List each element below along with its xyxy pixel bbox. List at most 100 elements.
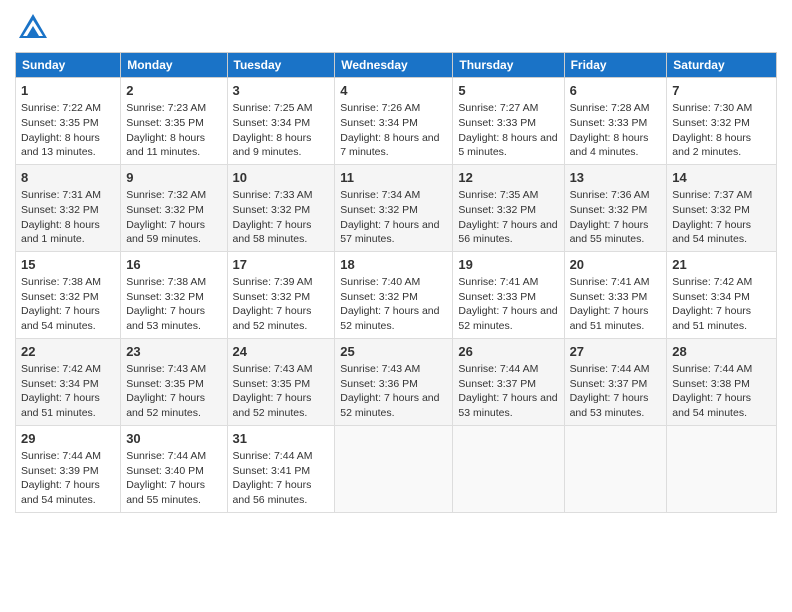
day-info: Sunset: 3:32 PM <box>458 203 558 218</box>
day-info: Sunset: 3:33 PM <box>570 116 662 131</box>
day-info: Sunset: 3:35 PM <box>21 116 115 131</box>
day-info: Sunset: 3:32 PM <box>570 203 662 218</box>
calendar-cell: 16Sunrise: 7:38 AMSunset: 3:32 PMDayligh… <box>121 251 227 338</box>
day-info: Sunset: 3:35 PM <box>126 377 221 392</box>
logo <box>15 10 51 46</box>
calendar-cell: 31Sunrise: 7:44 AMSunset: 3:41 PMDayligh… <box>227 425 335 512</box>
day-number: 17 <box>233 256 330 274</box>
calendar-cell <box>564 425 667 512</box>
day-info: Sunset: 3:33 PM <box>458 116 558 131</box>
calendar-table: SundayMondayTuesdayWednesdayThursdayFrid… <box>15 52 777 513</box>
day-info: Sunrise: 7:44 AM <box>672 362 771 377</box>
day-info: Sunrise: 7:40 AM <box>340 275 447 290</box>
day-info: Daylight: 8 hours and 11 minutes. <box>126 131 221 160</box>
day-info: Sunrise: 7:32 AM <box>126 188 221 203</box>
calendar-cell: 6Sunrise: 7:28 AMSunset: 3:33 PMDaylight… <box>564 78 667 165</box>
day-info: Sunrise: 7:44 AM <box>458 362 558 377</box>
day-info: Sunrise: 7:30 AM <box>672 101 771 116</box>
day-info: Sunrise: 7:44 AM <box>126 449 221 464</box>
day-number: 15 <box>21 256 115 274</box>
day-number: 12 <box>458 169 558 187</box>
day-info: Daylight: 7 hours and 52 minutes. <box>233 304 330 333</box>
day-info: Sunrise: 7:35 AM <box>458 188 558 203</box>
day-info: Sunset: 3:33 PM <box>458 290 558 305</box>
day-info: Sunset: 3:32 PM <box>21 203 115 218</box>
day-number: 19 <box>458 256 558 274</box>
calendar-cell: 26Sunrise: 7:44 AMSunset: 3:37 PMDayligh… <box>453 338 564 425</box>
day-info: Daylight: 7 hours and 52 minutes. <box>233 391 330 420</box>
day-info: Daylight: 7 hours and 52 minutes. <box>458 304 558 333</box>
day-number: 3 <box>233 82 330 100</box>
day-info: Sunrise: 7:39 AM <box>233 275 330 290</box>
day-info: Daylight: 7 hours and 53 minutes. <box>570 391 662 420</box>
day-info: Daylight: 7 hours and 55 minutes. <box>126 478 221 507</box>
day-header-wednesday: Wednesday <box>335 53 453 78</box>
day-info: Sunrise: 7:25 AM <box>233 101 330 116</box>
day-info: Sunrise: 7:26 AM <box>340 101 447 116</box>
day-info: Daylight: 7 hours and 57 minutes. <box>340 218 447 247</box>
day-number: 30 <box>126 430 221 448</box>
day-info: Sunset: 3:34 PM <box>340 116 447 131</box>
day-info: Daylight: 7 hours and 56 minutes. <box>458 218 558 247</box>
day-info: Sunset: 3:34 PM <box>233 116 330 131</box>
day-number: 31 <box>233 430 330 448</box>
day-number: 26 <box>458 343 558 361</box>
calendar-cell <box>453 425 564 512</box>
day-number: 6 <box>570 82 662 100</box>
calendar-cell: 30Sunrise: 7:44 AMSunset: 3:40 PMDayligh… <box>121 425 227 512</box>
calendar-cell: 15Sunrise: 7:38 AMSunset: 3:32 PMDayligh… <box>16 251 121 338</box>
day-header-friday: Friday <box>564 53 667 78</box>
day-info: Sunrise: 7:42 AM <box>672 275 771 290</box>
day-number: 10 <box>233 169 330 187</box>
calendar-week-2: 8Sunrise: 7:31 AMSunset: 3:32 PMDaylight… <box>16 164 777 251</box>
day-info: Sunset: 3:32 PM <box>340 290 447 305</box>
day-number: 27 <box>570 343 662 361</box>
day-info: Sunset: 3:35 PM <box>126 116 221 131</box>
calendar-week-5: 29Sunrise: 7:44 AMSunset: 3:39 PMDayligh… <box>16 425 777 512</box>
day-number: 21 <box>672 256 771 274</box>
calendar-cell: 5Sunrise: 7:27 AMSunset: 3:33 PMDaylight… <box>453 78 564 165</box>
day-info: Daylight: 8 hours and 5 minutes. <box>458 131 558 160</box>
day-info: Sunset: 3:35 PM <box>233 377 330 392</box>
day-number: 16 <box>126 256 221 274</box>
calendar-cell: 19Sunrise: 7:41 AMSunset: 3:33 PMDayligh… <box>453 251 564 338</box>
day-info: Daylight: 7 hours and 53 minutes. <box>126 304 221 333</box>
calendar-cell: 17Sunrise: 7:39 AMSunset: 3:32 PMDayligh… <box>227 251 335 338</box>
calendar-cell: 13Sunrise: 7:36 AMSunset: 3:32 PMDayligh… <box>564 164 667 251</box>
day-number: 29 <box>21 430 115 448</box>
day-info: Daylight: 7 hours and 58 minutes. <box>233 218 330 247</box>
calendar-cell: 2Sunrise: 7:23 AMSunset: 3:35 PMDaylight… <box>121 78 227 165</box>
day-info: Sunrise: 7:37 AM <box>672 188 771 203</box>
calendar-cell <box>667 425 777 512</box>
day-number: 24 <box>233 343 330 361</box>
day-info: Daylight: 7 hours and 52 minutes. <box>340 391 447 420</box>
calendar-cell: 1Sunrise: 7:22 AMSunset: 3:35 PMDaylight… <box>16 78 121 165</box>
day-header-saturday: Saturday <box>667 53 777 78</box>
day-info: Daylight: 7 hours and 54 minutes. <box>672 391 771 420</box>
day-info: Sunrise: 7:28 AM <box>570 101 662 116</box>
day-info: Sunrise: 7:41 AM <box>570 275 662 290</box>
day-info: Daylight: 7 hours and 54 minutes. <box>21 304 115 333</box>
calendar-cell: 18Sunrise: 7:40 AMSunset: 3:32 PMDayligh… <box>335 251 453 338</box>
calendar-week-3: 15Sunrise: 7:38 AMSunset: 3:32 PMDayligh… <box>16 251 777 338</box>
day-info: Sunset: 3:32 PM <box>672 203 771 218</box>
day-info: Daylight: 8 hours and 2 minutes. <box>672 131 771 160</box>
day-info: Daylight: 8 hours and 9 minutes. <box>233 131 330 160</box>
day-info: Daylight: 7 hours and 54 minutes. <box>21 478 115 507</box>
calendar-cell: 9Sunrise: 7:32 AMSunset: 3:32 PMDaylight… <box>121 164 227 251</box>
calendar-cell: 11Sunrise: 7:34 AMSunset: 3:32 PMDayligh… <box>335 164 453 251</box>
calendar-cell: 27Sunrise: 7:44 AMSunset: 3:37 PMDayligh… <box>564 338 667 425</box>
day-info: Sunset: 3:37 PM <box>570 377 662 392</box>
day-info: Sunset: 3:32 PM <box>233 290 330 305</box>
day-info: Sunrise: 7:44 AM <box>233 449 330 464</box>
day-number: 20 <box>570 256 662 274</box>
day-info: Sunrise: 7:27 AM <box>458 101 558 116</box>
day-number: 11 <box>340 169 447 187</box>
day-number: 2 <box>126 82 221 100</box>
day-info: Daylight: 8 hours and 13 minutes. <box>21 131 115 160</box>
day-header-sunday: Sunday <box>16 53 121 78</box>
day-info: Daylight: 7 hours and 51 minutes. <box>570 304 662 333</box>
day-info: Daylight: 7 hours and 55 minutes. <box>570 218 662 247</box>
day-info: Sunset: 3:34 PM <box>21 377 115 392</box>
day-info: Daylight: 7 hours and 56 minutes. <box>233 478 330 507</box>
